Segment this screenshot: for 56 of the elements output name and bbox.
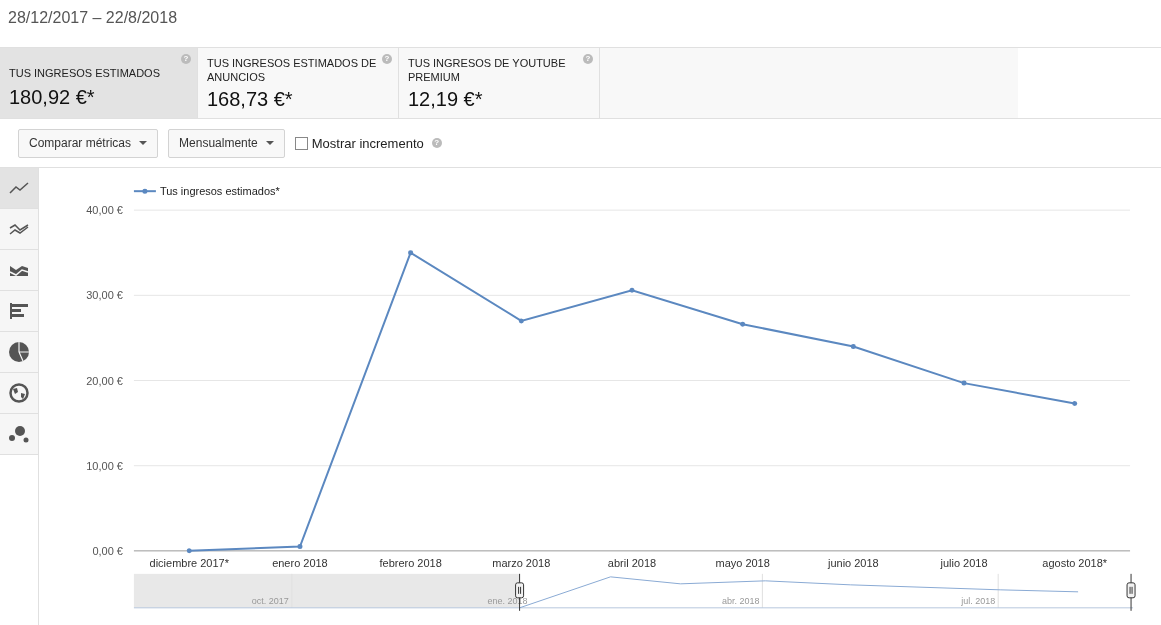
metric-value: 12,19 €* [408, 88, 484, 111]
chart-type-tab[interactable] [0, 250, 38, 291]
y-axis-label: 20,00 € [86, 374, 123, 387]
y-axis-label: 40,00 € [86, 204, 123, 217]
data-point [629, 287, 635, 293]
data-point [1072, 401, 1078, 406]
x-axis-label: enero 2018 [272, 556, 328, 569]
x-axis-label: julio 2018 [940, 556, 988, 569]
data-point [850, 343, 856, 349]
chart-type-tab[interactable] [0, 332, 38, 373]
chart-type-tab[interactable] [0, 414, 38, 455]
x-axis-label: mayo 2018 [715, 556, 770, 569]
metric-label: TUS INGRESOS DE YOUTUBE PREMIUM [408, 56, 567, 84]
range-handle[interactable] [1126, 573, 1136, 612]
x-axis-label: agosto 2018* [1042, 556, 1108, 569]
metric-label: TUS INGRESOS ESTIMADOS [9, 66, 161, 80]
period-dropdown[interactable]: Mensualmente [168, 128, 285, 158]
metric-label: TUS INGRESOS ESTIMADOS DE ANUNCIOS [207, 56, 378, 84]
compare-metrics-dropdown[interactable]: Comparar métricas [18, 128, 159, 158]
chart-type-tab[interactable] [0, 373, 38, 414]
metric-value: 180,92 €* [9, 86, 96, 109]
date-range: 28/12/2017 – 22/8/2018 [7, 8, 179, 28]
metric-value: 168,73 €* [207, 88, 294, 111]
x-axis-label: febrero 2018 [379, 556, 442, 569]
multi-line-chart-icon [9, 222, 29, 236]
pie-chart-icon [9, 342, 29, 362]
x-axis-label: diciembre 2017* [149, 556, 229, 569]
metric-card[interactable]: TUS INGRESOS ESTIMADOS 180,92 €* ? [0, 48, 198, 118]
navigator-date-label: oct. 2017 [251, 595, 289, 606]
area-chart-icon [9, 263, 29, 277]
checkbox[interactable] [294, 136, 308, 150]
line-chart-icon [9, 182, 29, 194]
bubble-chart-icon [9, 425, 29, 443]
checkbox-label: Mostrar incremento [311, 135, 424, 151]
navigator-date-label: abr. 2018 [721, 595, 760, 606]
data-point [186, 548, 192, 554]
metric-card[interactable]: TUS INGRESOS ESTIMADOS DE ANUNCIOS 168,73 €* ? [198, 48, 399, 118]
y-axis-label: 0,00 € [92, 544, 123, 557]
bar-chart-icon [10, 303, 28, 319]
chart-type-tab[interactable] [0, 291, 38, 332]
data-point [297, 544, 303, 550]
data-point [740, 321, 746, 327]
chart-type-tab[interactable] [0, 209, 38, 250]
legend-swatch [132, 188, 157, 194]
x-axis-label: marzo 2018 [492, 556, 551, 569]
metric-card[interactable]: TUS INGRESOS DE YOUTUBE PREMIUM 12,19 €* ? [399, 48, 600, 118]
globe-icon [9, 383, 29, 403]
y-axis-label: 10,00 € [86, 459, 123, 472]
navigator-date-label: jul. 2018 [961, 595, 996, 606]
data-point [961, 380, 967, 386]
y-axis-label: 30,00 € [86, 289, 123, 302]
x-axis-label: abril 2018 [607, 556, 657, 569]
x-axis-label: junio 2018 [827, 556, 879, 569]
legend-label: Tus ingresos estimados* [159, 185, 280, 198]
data-point [518, 318, 524, 324]
data-point [408, 250, 414, 256]
